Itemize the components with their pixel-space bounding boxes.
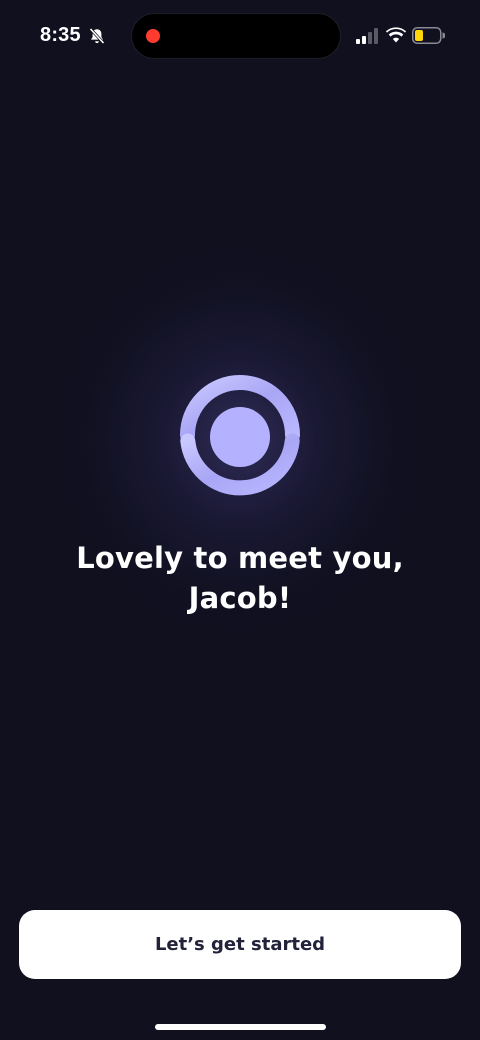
status-time: 8:35: [40, 24, 81, 46]
bell-slash-icon: [89, 27, 105, 45]
headline-line-1: Lovely to meet you,: [76, 541, 404, 575]
ring-logo-icon: [180, 375, 300, 496]
recording-indicator: [146, 29, 160, 43]
home-indicator[interactable]: [155, 1024, 326, 1030]
battery-low-icon: [412, 27, 445, 44]
headline-line-2: Jacob!: [188, 581, 292, 615]
wifi-icon: [386, 27, 406, 43]
welcome-screen: 8:35 Lovely to meet you, Jacob! Let’s ge…: [0, 0, 480, 1040]
get-started-button[interactable]: Let’s get started: [19, 910, 461, 979]
cellular-signal-icon: [356, 28, 378, 44]
welcome-headline: Lovely to meet you, Jacob!: [40, 538, 440, 618]
dynamic-island: [131, 13, 341, 59]
